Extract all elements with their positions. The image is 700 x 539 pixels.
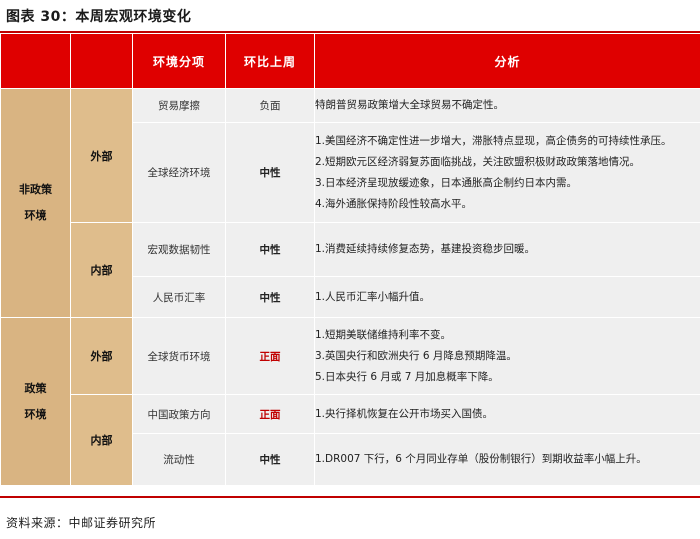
analysis-line: 1.美国经济不确定性进一步增大，滞胀特点显现，高企债务的可持续性承压。 bbox=[315, 134, 672, 147]
analysis-cell: 1.短期美联储维持利率不变。 3.英国央行和欧洲央行 6 月降息预期降温。 5.… bbox=[314, 317, 700, 395]
page-title: 图表 30：本周宏观环境变化 bbox=[6, 9, 192, 25]
analysis-cell: 1.央行择机恢复在公开市场买入国债。 bbox=[314, 394, 700, 434]
analysis-line: 1.DR007 下行，6 个月同业存单（股份制银行）到期收益率小幅上升。 bbox=[315, 453, 647, 465]
analysis-line: 4.海外通胀保持阶段性较高水平。 bbox=[315, 197, 473, 210]
table-row: 政策 环境 外部 全球货币环境 正面 1.短期美联储维持利率不变。 3.英国央行… bbox=[0, 317, 700, 486]
factor-cell: 宏观数据韧性 bbox=[132, 222, 226, 277]
group-non-policy: 非政策 环境 bbox=[0, 88, 71, 318]
factor-cell: 贸易摩擦 bbox=[132, 88, 226, 123]
subgroup-internal: 内部 bbox=[70, 394, 133, 486]
analysis-cell: 1.DR007 下行，6 个月同业存单（股份制银行）到期收益率小幅上升。 bbox=[314, 433, 700, 486]
bottom-divider bbox=[0, 496, 700, 498]
subgroup-external: 外部 bbox=[70, 317, 133, 395]
analysis-line: 5.日本央行 6 月或 7 月加息概率下降。 bbox=[315, 370, 499, 383]
change-cell: 中性 bbox=[225, 122, 315, 223]
analysis-line: 1.人民币汇率小幅升值。 bbox=[315, 290, 431, 303]
source-note: 资料来源：中邮证券研究所 bbox=[6, 516, 157, 530]
table-row: 非政策 环境 外部 贸易摩擦 负面 特朗普贸易政策增大全球贸易不确定性。 bbox=[0, 88, 700, 318]
subgroup-external: 外部 bbox=[70, 88, 133, 223]
table-row: 内部 宏观数据韧性 中性 1.消费延续持续修复态势，基建投资稳步回暖。 bbox=[1, 222, 700, 318]
analysis-cell: 特朗普贸易政策增大全球贸易不确定性。 bbox=[314, 88, 700, 123]
change-cell: 中性 bbox=[225, 433, 315, 486]
table-header-row: 环境分项 环比上周 分析 bbox=[0, 33, 700, 89]
header-factor: 环境分项 bbox=[132, 33, 226, 89]
factor-cell: 中国政策方向 bbox=[132, 394, 226, 434]
change-cell: 中性 bbox=[225, 276, 315, 318]
change-cell: 正面 bbox=[225, 317, 315, 395]
analysis-line: 2.短期欧元区经济弱复苏面临挑战，关注欧盟积极财政政策落地情况。 bbox=[315, 155, 641, 168]
factor-cell: 全球经济环境 bbox=[132, 122, 226, 223]
analysis-cell: 1.美国经济不确定性进一步增大，滞胀特点显现，高企债务的可持续性承压。 2.短期… bbox=[314, 122, 700, 223]
group-policy: 政策 环境 bbox=[0, 317, 71, 486]
group-label-line2: 环境 bbox=[24, 407, 47, 421]
factor-cell: 全球货币环境 bbox=[132, 317, 226, 395]
analysis-line: 1.央行择机恢复在公开市场买入国债。 bbox=[315, 407, 494, 420]
header-blank-cell bbox=[70, 33, 133, 89]
header-analysis: 分析 bbox=[314, 33, 700, 89]
analysis-cell: 1.消费延续持续修复态势，基建投资稳步回暖。 bbox=[314, 222, 700, 277]
factor-cell: 人民币汇率 bbox=[132, 276, 226, 318]
group-label-line1: 政策 bbox=[24, 381, 47, 395]
analysis-cell: 1.人民币汇率小幅升值。 bbox=[314, 276, 700, 318]
macro-environment-table: 环境分项 环比上周 分析 非政策 环境 外部 贸易摩擦 负面 特朗普贸易政策增大… bbox=[0, 33, 700, 486]
group-label-line2: 环境 bbox=[24, 209, 47, 222]
change-cell: 正面 bbox=[225, 394, 315, 434]
factor-cell: 流动性 bbox=[132, 433, 226, 486]
header-change: 环比上周 bbox=[225, 33, 315, 89]
change-cell: 负面 bbox=[225, 88, 315, 123]
analysis-line: 1.短期美联储维持利率不变。 bbox=[315, 328, 452, 341]
analysis-line: 1.消费延续持续修复态势，基建投资稳步回暖。 bbox=[315, 243, 536, 255]
analysis-line: 3.日本经济呈现放缓迹象，日本通胀高企制约日本内需。 bbox=[315, 176, 578, 189]
group-label-line1: 非政策 bbox=[19, 183, 52, 196]
subgroup-internal: 内部 bbox=[70, 222, 133, 318]
table-row: 内部 中国政策方向 正面 1.央行择机恢复在公开市场买入国债。 bbox=[1, 394, 700, 486]
analysis-line: 3.英国央行和欧洲央行 6 月降息预期降温。 bbox=[315, 349, 517, 362]
analysis-line: 特朗普贸易政策增大全球贸易不确定性。 bbox=[315, 99, 505, 111]
change-cell: 中性 bbox=[225, 222, 315, 277]
header-blank-cell bbox=[0, 33, 71, 89]
